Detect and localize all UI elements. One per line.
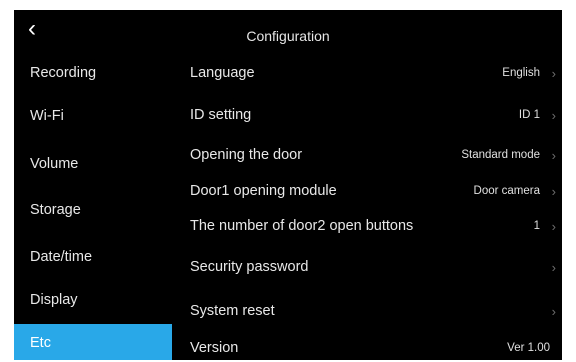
setting-value: ID 1 xyxy=(518,109,540,121)
setting-label: Language xyxy=(190,65,255,81)
chevron-right-icon: › xyxy=(551,303,556,319)
setting-label: Opening the door xyxy=(190,147,303,163)
sidebar-item-storage[interactable]: Storage xyxy=(14,191,172,229)
sidebar-item-label: Volume xyxy=(30,156,79,172)
chevron-right-icon: › xyxy=(551,65,556,81)
setting-version: Version Ver 1.00 xyxy=(190,332,562,360)
setting-label: ID setting xyxy=(190,107,252,123)
sidebar-item-recording[interactable]: Recording xyxy=(14,54,172,92)
setting-opening-door[interactable]: Opening the door Standard mode › xyxy=(190,139,562,171)
setting-security-password[interactable]: Security password › xyxy=(190,251,562,283)
setting-value: Standard mode xyxy=(461,149,540,161)
setting-id[interactable]: ID setting ID 1 › xyxy=(190,99,562,131)
page-title: Configuration xyxy=(246,28,330,44)
setting-value: Door camera xyxy=(473,185,540,197)
sidebar-item-label: Display xyxy=(30,292,78,308)
chevron-right-icon: › xyxy=(551,183,556,199)
sidebar-item-label: Storage xyxy=(30,202,81,218)
chevron-right-icon: › xyxy=(551,218,556,234)
sidebar-item-wifi[interactable]: Wi-Fi xyxy=(14,97,172,135)
setting-door2-buttons[interactable]: The number of door2 open buttons 1 › xyxy=(190,210,562,242)
setting-system-reset[interactable]: System reset › xyxy=(190,295,562,327)
setting-value: English xyxy=(502,67,540,79)
setting-label: Version xyxy=(190,340,239,356)
setting-label: The number of door2 open buttons xyxy=(190,218,414,234)
setting-label: System reset xyxy=(190,303,275,319)
setting-value: 1 xyxy=(533,220,540,232)
version-value: Ver 1.00 xyxy=(507,342,550,354)
setting-label: Door1 opening module xyxy=(190,183,337,199)
sidebar-item-volume[interactable]: Volume xyxy=(14,145,172,183)
sidebar-item-display[interactable]: Display xyxy=(14,281,172,319)
setting-label: Security password xyxy=(190,259,309,275)
chevron-right-icon: › xyxy=(551,147,556,163)
chevron-right-icon: › xyxy=(551,259,556,275)
config-screen: ‹ Configuration Recording Wi-Fi Volume S… xyxy=(14,10,562,360)
sidebar-item-label: Wi-Fi xyxy=(30,108,64,124)
sidebar-item-label: Date/time xyxy=(30,249,93,265)
sidebar-item-label: Recording xyxy=(30,65,97,81)
setting-door1-module[interactable]: Door1 opening module Door camera › xyxy=(190,175,562,207)
chevron-right-icon: › xyxy=(551,107,556,123)
sidebar-item-label: Etc xyxy=(30,335,51,351)
setting-language[interactable]: Language English › xyxy=(190,57,562,89)
sidebar-item-etc[interactable]: Etc xyxy=(14,324,172,360)
sidebar-item-datetime[interactable]: Date/time xyxy=(14,238,172,276)
